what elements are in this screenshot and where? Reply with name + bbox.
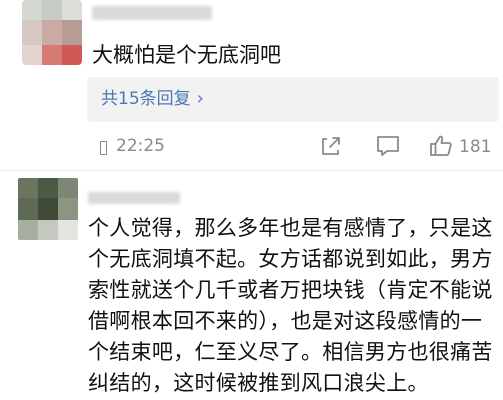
share-icon[interactable] <box>318 133 344 159</box>
comment1-meta-row: 22:25 181 <box>0 133 503 163</box>
comment1-username-blurred[interactable] <box>92 6 212 20</box>
reply-summary-box[interactable]: 共15条回复 › <box>87 77 499 122</box>
comment1-avatar[interactable] <box>22 0 82 65</box>
comment2-avatar[interactable] <box>18 178 78 240</box>
reply-summary-label: 共15条回复 <box>101 89 191 109</box>
comment2-username-blurred[interactable] <box>88 192 180 204</box>
chevron-right-icon: › <box>196 88 204 109</box>
thumbs-up-icon[interactable] <box>428 133 454 159</box>
like-count: 181 <box>459 137 492 157</box>
comment1-text: 大概怕是个无底洞吧 <box>92 43 281 67</box>
phone-icon <box>100 141 107 155</box>
comment1-time: 22:25 <box>116 136 165 156</box>
comment2-text: 个人觉得，那么多年也是有感情了，只是这个无底洞填不起。女方话都说到如此，男方索性… <box>88 216 493 395</box>
comment-divider <box>0 170 503 171</box>
comment-icon[interactable] <box>374 133 402 159</box>
reply-summary-link[interactable]: 共15条回复 › <box>101 88 204 110</box>
